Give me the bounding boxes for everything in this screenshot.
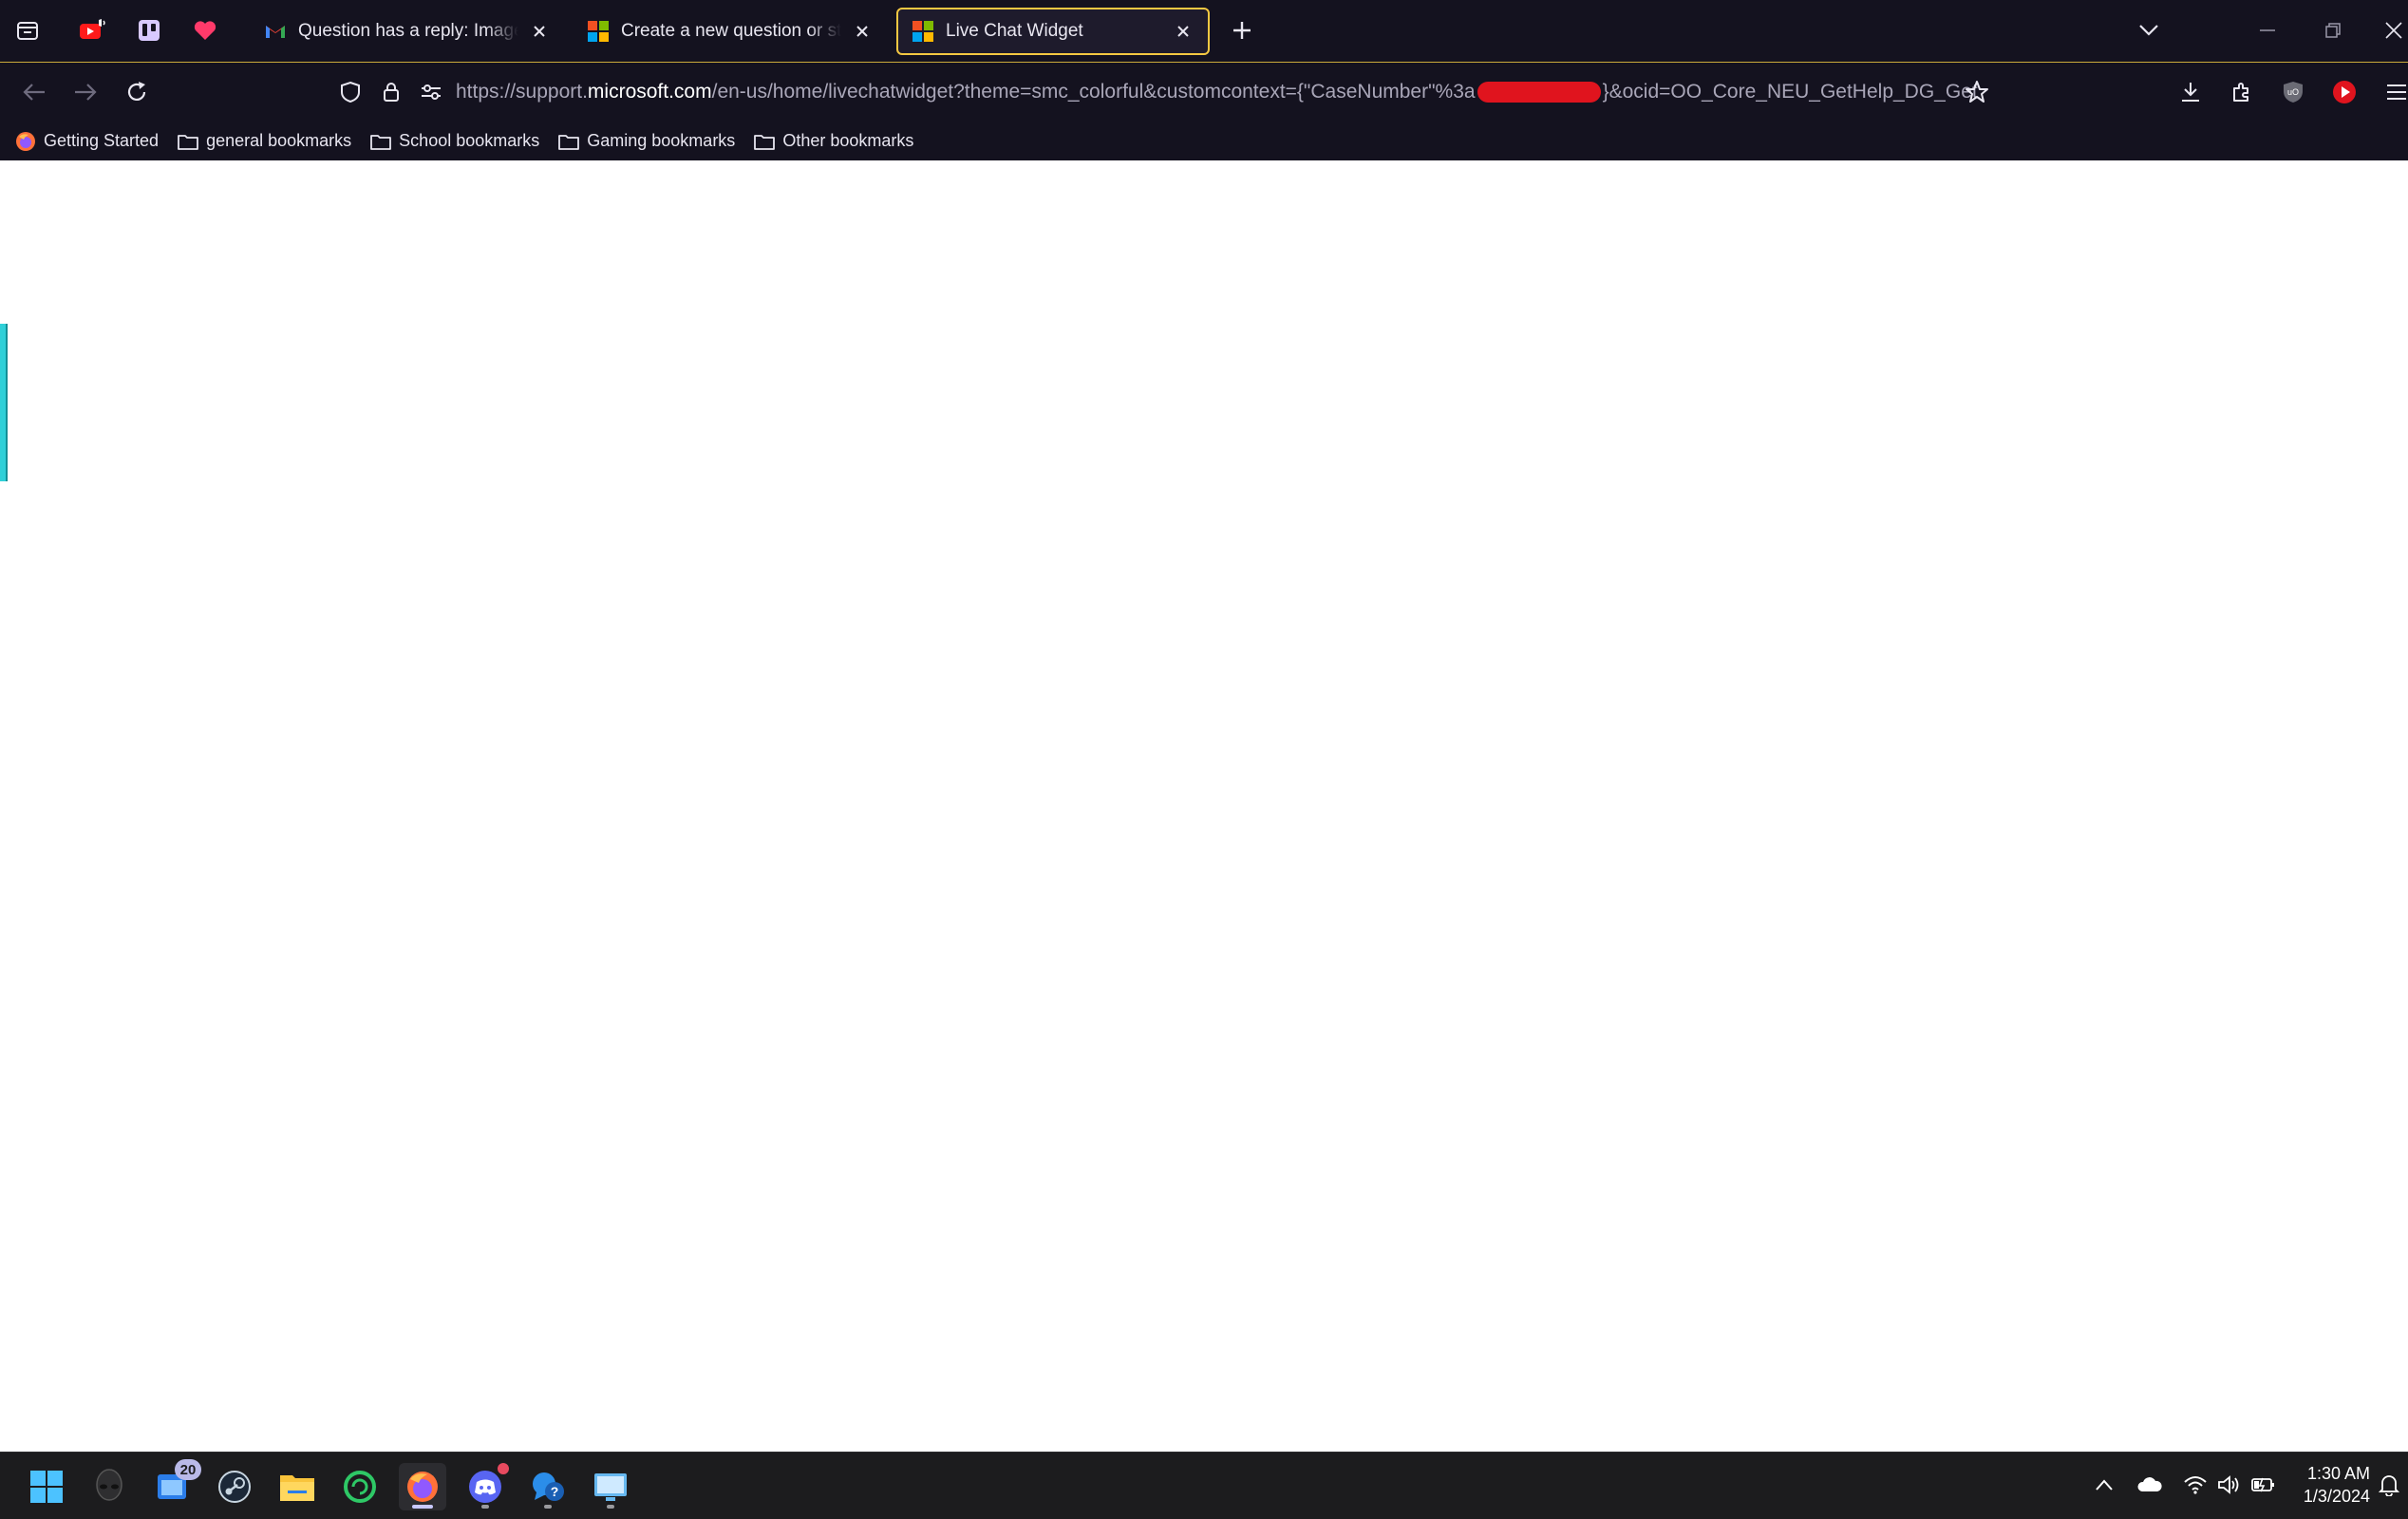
refresh-circle-icon bbox=[344, 1471, 376, 1503]
url-prefix: https://support. bbox=[456, 81, 588, 103]
running-indicator bbox=[544, 1505, 552, 1509]
close-tab-icon[interactable] bbox=[528, 20, 551, 43]
notifications-bell-icon[interactable] bbox=[2374, 1470, 2404, 1500]
tab-title: Question has a reply: Image upl bbox=[298, 21, 518, 41]
new-tab-icon[interactable] bbox=[1227, 15, 1257, 46]
taskbar-alienware[interactable] bbox=[85, 1463, 133, 1510]
start-button[interactable] bbox=[23, 1463, 70, 1510]
tab-strip: Question has a reply: Image upl Create a… bbox=[0, 0, 2408, 62]
trello-icon[interactable] bbox=[134, 15, 164, 46]
bookmark-label: Getting Started bbox=[44, 131, 160, 150]
taskbar-file-explorer[interactable] bbox=[273, 1463, 321, 1510]
youtube-extension-icon[interactable] bbox=[2327, 75, 2361, 109]
chat-widget-edge[interactable] bbox=[0, 324, 8, 481]
ublock-origin-icon[interactable]: uO bbox=[2276, 75, 2310, 109]
taskbar-steam[interactable] bbox=[211, 1463, 258, 1510]
heart-icon[interactable] bbox=[190, 15, 220, 46]
bookmark-folder-gaming[interactable]: Gaming bookmarks bbox=[558, 131, 735, 151]
active-indicator bbox=[412, 1505, 433, 1509]
url-suffix: }&ocid=OO_Core_NEU_GetHelp_DG_Get bbox=[1602, 81, 1978, 103]
address-bar[interactable]: https://support. microsoft.com/en-us/home… bbox=[456, 74, 1994, 110]
tab-title: Live Chat Widget bbox=[946, 21, 1083, 41]
menu-icon[interactable] bbox=[2380, 75, 2408, 109]
tracking-protection-shield-icon[interactable] bbox=[333, 75, 367, 109]
desktop-screen: Question has a reply: Image upl Create a… bbox=[0, 0, 2408, 1519]
minimize-icon[interactable] bbox=[2252, 15, 2283, 46]
reload-icon[interactable] bbox=[120, 75, 154, 109]
windows-taskbar: 20 ? 1:30 AM 1/3/2024 bbox=[0, 1452, 2408, 1519]
system-clock[interactable]: 1:30 AM 1/3/2024 bbox=[2285, 1462, 2370, 1508]
taskbar-green-app[interactable] bbox=[336, 1463, 384, 1510]
tab-title: Create a new question or start a bbox=[621, 21, 841, 41]
url-path: /en-us/home/livechatwidget?theme=smc_col… bbox=[711, 81, 1476, 103]
tab-create-question[interactable]: Create a new question or start a bbox=[574, 8, 887, 55]
close-tab-icon[interactable] bbox=[1172, 20, 1195, 43]
onedrive-cloud-icon[interactable] bbox=[2135, 1470, 2165, 1500]
folder-icon bbox=[754, 134, 776, 150]
svg-text:uO: uO bbox=[2287, 87, 2299, 97]
extensions-icon[interactable] bbox=[2225, 75, 2259, 109]
bookmark-folder-school[interactable]: School bookmarks bbox=[370, 131, 539, 151]
firefox-icon bbox=[407, 1472, 438, 1502]
lock-icon[interactable] bbox=[374, 75, 408, 109]
close-tab-icon[interactable] bbox=[851, 20, 874, 43]
windows-logo-icon bbox=[30, 1471, 63, 1503]
clock-time: 1:30 AM bbox=[2306, 1464, 2370, 1483]
folder-icon bbox=[558, 134, 580, 150]
monitor-icon bbox=[594, 1473, 627, 1501]
volume-icon[interactable] bbox=[2214, 1470, 2245, 1500]
bookmark-getting-started[interactable]: Getting Started bbox=[15, 131, 159, 152]
show-hidden-icons-chevron-icon[interactable] bbox=[2089, 1470, 2119, 1500]
microsoft-icon bbox=[912, 21, 933, 42]
svg-text:?: ? bbox=[551, 1484, 559, 1499]
firefox-icon bbox=[16, 131, 35, 151]
notification-badge: 20 bbox=[175, 1459, 201, 1480]
forward-icon[interactable] bbox=[68, 75, 103, 109]
running-indicator bbox=[481, 1505, 489, 1509]
folder-icon bbox=[178, 134, 198, 150]
battery-charging-icon[interactable] bbox=[2248, 1470, 2279, 1500]
bookmark-folder-other[interactable]: Other bookmarks bbox=[754, 131, 913, 151]
restore-icon[interactable] bbox=[2318, 15, 2348, 46]
taskbar-discord[interactable] bbox=[461, 1461, 511, 1510]
firefox-view-icon[interactable] bbox=[12, 15, 43, 46]
youtube-icon[interactable] bbox=[78, 15, 108, 46]
url-host: microsoft.com bbox=[587, 81, 712, 103]
navigation-toolbar: https://support. microsoft.com/en-us/home… bbox=[0, 62, 2408, 122]
microsoft-icon bbox=[588, 21, 609, 42]
redaction-mark bbox=[1477, 82, 1601, 103]
bookmark-label: School bookmarks bbox=[399, 131, 540, 150]
taskbar-get-help[interactable]: ? bbox=[524, 1463, 572, 1510]
gmail-icon bbox=[266, 26, 285, 38]
taskbar-firefox[interactable] bbox=[399, 1463, 446, 1510]
bookmark-folder-general[interactable]: general bookmarks bbox=[178, 131, 351, 151]
help-chat-icon: ? bbox=[533, 1472, 564, 1501]
downloads-icon[interactable] bbox=[2173, 75, 2208, 109]
bookmark-label: Gaming bookmarks bbox=[587, 131, 736, 150]
bookmarks-toolbar: Getting Started general bookmarks School… bbox=[0, 122, 2408, 160]
back-icon[interactable] bbox=[17, 75, 51, 109]
close-window-icon[interactable] bbox=[2379, 15, 2408, 46]
permissions-icon[interactable] bbox=[414, 75, 448, 109]
bookmark-star-icon[interactable] bbox=[1960, 75, 1994, 109]
wifi-icon[interactable] bbox=[2180, 1470, 2210, 1500]
unread-dot bbox=[496, 1461, 511, 1476]
folder-icon bbox=[280, 1475, 314, 1501]
bookmark-label: general bookmarks bbox=[206, 131, 352, 150]
bookmark-label: Other bookmarks bbox=[782, 131, 914, 150]
taskbar-task-app[interactable]: 20 bbox=[148, 1459, 201, 1510]
list-all-tabs-icon[interactable] bbox=[2134, 15, 2164, 46]
folder-icon bbox=[370, 134, 392, 150]
taskbar-remote-desktop[interactable] bbox=[587, 1463, 634, 1510]
clock-date: 1/3/2024 bbox=[2303, 1487, 2370, 1506]
steam-icon bbox=[218, 1471, 251, 1503]
page-content bbox=[0, 160, 2408, 1452]
tab-live-chat-widget[interactable]: Live Chat Widget bbox=[896, 8, 1210, 55]
running-indicator bbox=[607, 1505, 614, 1509]
tab-gmail[interactable]: Question has a reply: Image upl bbox=[251, 8, 564, 55]
alien-head-icon bbox=[96, 1469, 122, 1501]
